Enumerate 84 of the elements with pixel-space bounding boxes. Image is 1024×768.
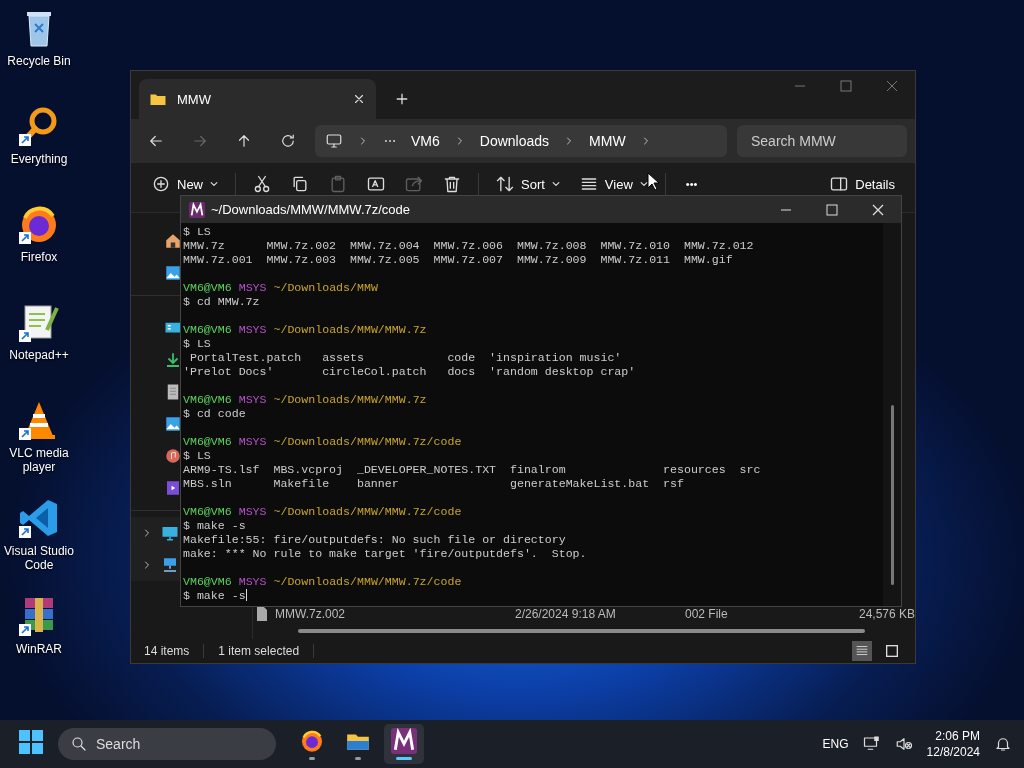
- desktop-icon-label[interactable]: VLC media player: [2, 446, 76, 474]
- computer-icon[interactable]: [161, 524, 179, 542]
- terminal-output: MBS.sln Makefile banner generateMakeList.bat rsf: [183, 477, 685, 491]
- video-icon[interactable]: [164, 479, 182, 497]
- breadcrumb-item[interactable]: MMW: [589, 133, 626, 149]
- search-field[interactable]: Search: [58, 728, 276, 760]
- terminal-output: PortalTest.patch assets code 'inspiration music': [188, 351, 623, 365]
- terminal-output: $ make -s: [183, 519, 247, 533]
- more-button[interactable]: •••: [679, 172, 704, 196]
- close-icon[interactable]: [352, 92, 366, 106]
- app-icon: [189, 201, 205, 218]
- clock-time[interactable]: 2:06 PM: [935, 729, 980, 743]
- text-cursor: [245, 589, 247, 601]
- file-size: 24,576 KB: [857, 607, 915, 621]
- breadcrumb-item[interactable]: VM6: [411, 133, 440, 149]
- terminal-prompt: VM6@VM6 MSYS ~/Downloads/MMW: [183, 281, 379, 295]
- image-icon[interactable]: [164, 415, 182, 433]
- address-bar[interactable]: VM6 Downloads MMW: [315, 125, 727, 157]
- muted-speaker-icon[interactable]: [894, 735, 913, 753]
- desktop-icon-label[interactable]: Notepad++: [2, 348, 76, 362]
- desktop-icon-label[interactable]: Recycle Bin: [2, 54, 76, 68]
- window-title: ~/Downloads/MMW/MMW.7z/code: [211, 202, 411, 217]
- details-button[interactable]: Details: [823, 172, 901, 196]
- terminal-output: MMW.7z.001 MMW.7z.003 MMW.7z.005 MMW.7z.007 MMW.7z.009 MMW.7z.011 MMW.gif: [183, 253, 734, 267]
- language-indicator[interactable]: ENG: [822, 737, 849, 751]
- terminal-prompt: VM6@VM6 MSYS ~/Downloads/MMW/MMW.7z: [183, 323, 428, 337]
- new-tab-icon[interactable]: [394, 91, 410, 107]
- bell-icon[interactable]: [994, 735, 1012, 753]
- start-icon[interactable]: [18, 729, 44, 755]
- terminal-output: make: *** No rule to make target 'fire/outputdefs'. Stop.: [183, 547, 588, 561]
- scissors-icon: [252, 174, 272, 194]
- square-icon: [884, 643, 900, 659]
- terminal-output: $ LS: [183, 225, 212, 239]
- monitor-icon[interactable]: [325, 132, 343, 150]
- search-field[interactable]: Search MMW: [737, 125, 907, 157]
- terminal-prompt: VM6@VM6 MSYS ~/Downloads/MMW/MMW.7z: [183, 393, 428, 407]
- file-type: 002 File: [685, 607, 729, 621]
- caret-icon: [209, 179, 219, 189]
- terminal-prompt: VM6@VM6 MSYS ~/Downloads/MMW/MMW.7z/code: [183, 575, 463, 589]
- network-icon[interactable]: [161, 556, 179, 574]
- breadcrumb-item[interactable]: Downloads: [479, 133, 550, 149]
- caret-icon: [638, 179, 649, 189]
- desktop-icon-label[interactable]: Visual Studio Code: [2, 544, 76, 572]
- app-icon: [391, 728, 417, 754]
- taskbar-app-button[interactable]: [384, 724, 424, 764]
- download-icon[interactable]: [164, 351, 182, 369]
- mouse-pointer-icon: [647, 172, 659, 191]
- sort-icon: [495, 174, 515, 194]
- scrollbar-thumb[interactable]: [890, 405, 894, 585]
- sort-button[interactable]: Sort: [489, 172, 567, 196]
- share-icon: [404, 174, 424, 194]
- file-icon: [255, 606, 269, 622]
- caret-icon: [550, 179, 561, 189]
- file-date: 2/26/2024 9:18 AM: [515, 607, 617, 621]
- house-icon[interactable]: [164, 232, 182, 250]
- image-icon[interactable]: [164, 264, 182, 282]
- terminal-output: 'Prelot Docs' circleCol.patch docs 'random desktop crap': [183, 365, 637, 379]
- selection-count: 1 item selected: [218, 644, 300, 658]
- terminal-output: MMW.7z MMW.7z.002 MMW.7z.004 MMW.7z.006 MMW.7z.008 MMW.7z.010 MMW.7z.012: [183, 239, 755, 253]
- network-icon[interactable]: [862, 735, 881, 753]
- trash-icon: [442, 174, 462, 194]
- terminal-input[interactable]: $ make -s: [183, 589, 246, 602]
- window-tab[interactable]: MMW: [139, 79, 376, 119]
- new-button[interactable]: New: [145, 172, 225, 196]
- desktop-icon-label[interactable]: Firefox: [2, 250, 76, 264]
- music-icon[interactable]: [164, 447, 182, 465]
- terminal-output: $ LS: [183, 449, 212, 463]
- scrollbar[interactable]: [298, 629, 865, 633]
- firefox-icon: [299, 728, 325, 754]
- desktop-icon-label[interactable]: Everything: [2, 152, 76, 166]
- terminal-prompt: VM6@VM6 MSYS ~/Downloads/MMW/MMW.7z/code: [183, 435, 463, 449]
- terminal-output: $ LS: [183, 337, 212, 351]
- terminal-output: Makefile:55: fire/outputdefs: No such file or directory: [183, 533, 567, 547]
- item-count: 14 items: [144, 644, 190, 658]
- terminal-output: $ cd MMW.7z: [183, 295, 261, 309]
- refresh-icon[interactable]: [279, 132, 297, 150]
- terminal-prompt: VM6@VM6 MSYS ~/Downloads/MMW/MMW.7z/code: [183, 505, 463, 519]
- clock-date[interactable]: 12/8/2024: [926, 745, 980, 759]
- terminal-output: ARM9-TS.lsf MBS.vcproj _DEVELOPER_NOTES.TXT finalrom resources src: [183, 463, 762, 477]
- file-name[interactable]: MMW.7z.002: [275, 607, 515, 621]
- plus-circle-icon: [151, 174, 171, 194]
- details-view-button[interactable]: [852, 641, 872, 661]
- terminal-output: $ cd code: [183, 407, 247, 421]
- desktop-icon-label[interactable]: WinRAR: [2, 642, 76, 656]
